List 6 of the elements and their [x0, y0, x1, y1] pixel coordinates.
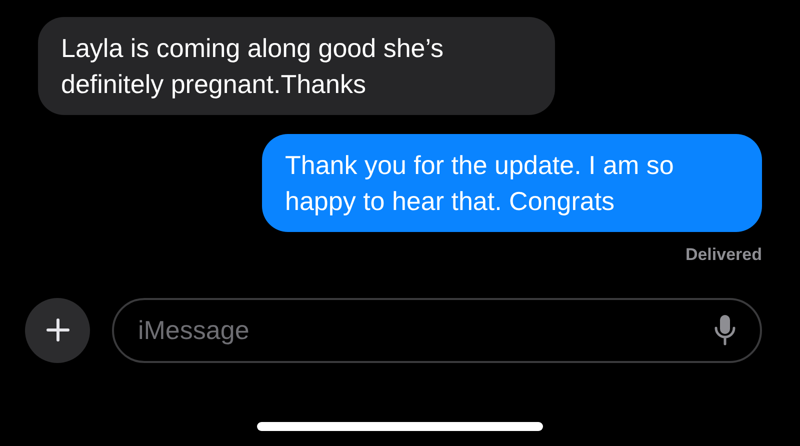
- sent-message-bubble: Thank you for the update. I am so happy to hear that. Congrats: [262, 134, 762, 232]
- plus-icon: [46, 318, 70, 342]
- received-message-bubble: Layla is coming along good she’s definitely pregnant.Thanks: [38, 17, 555, 115]
- delivery-status: Delivered: [685, 244, 762, 266]
- microphone-icon[interactable]: [714, 314, 736, 346]
- message-field[interactable]: iMessage: [112, 298, 762, 362]
